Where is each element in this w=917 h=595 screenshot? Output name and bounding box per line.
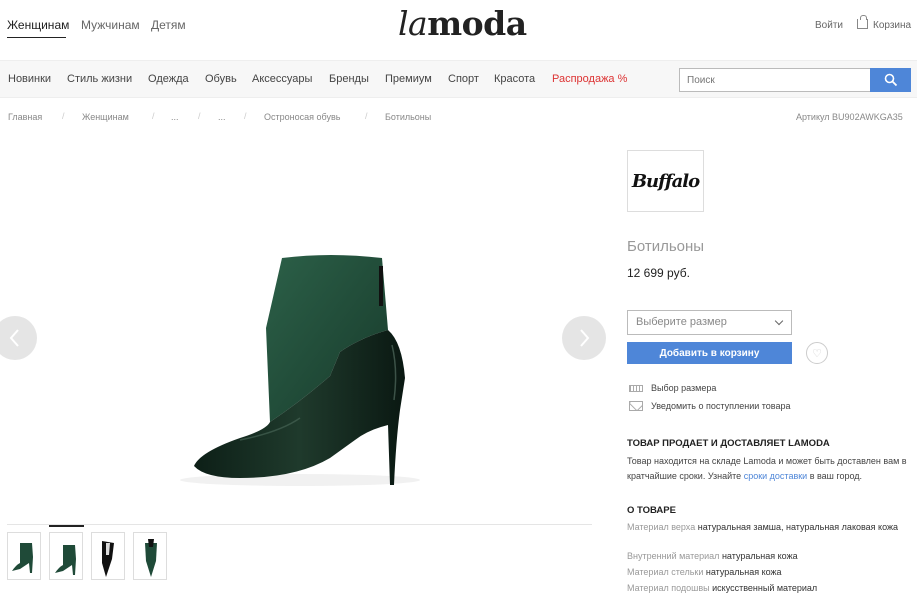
seller-text-part2: в ваш город.: [807, 471, 863, 481]
crumb-ellipsis-1[interactable]: ...: [171, 112, 179, 122]
logo-part-moda: moda: [427, 4, 527, 43]
heart-icon: ♡: [812, 347, 822, 360]
notify-link[interactable]: Уведомить о поступлении товара: [629, 401, 790, 411]
crumb-home[interactable]: Главная: [8, 112, 42, 122]
crumb-pointed-shoes[interactable]: Остроносая обувь: [264, 112, 340, 122]
size-select-label: Выберите размер: [636, 316, 727, 328]
top-link-men[interactable]: Мужчинам: [81, 18, 140, 32]
nav-item-sale[interactable]: Распродажа %: [552, 73, 627, 85]
notify-label: Уведомить о поступлении товара: [651, 401, 791, 411]
thumbnail-4[interactable]: [133, 532, 167, 580]
product-price: 12 699 руб.: [627, 266, 690, 280]
crumb-current: Ботильоны: [385, 112, 432, 122]
crumb-women[interactable]: Женщинам: [82, 112, 129, 122]
spec-value: искусственный материал: [712, 583, 818, 593]
article-number: Артикул BU902AWKGA35: [796, 112, 903, 122]
crumb-separator: /: [152, 111, 155, 121]
logo-part-la: la: [398, 4, 428, 43]
spec-key: Материал верха: [627, 522, 696, 532]
crumb-ellipsis-2[interactable]: ...: [218, 112, 226, 122]
cart-link[interactable]: Корзина: [857, 14, 912, 31]
top-link-women[interactable]: Женщинам: [7, 18, 69, 32]
brand-logo: Buffalo: [631, 170, 700, 192]
nav-item-lifestyle[interactable]: Стиль жизни: [67, 73, 132, 85]
gallery-next-button[interactable]: [562, 316, 606, 360]
size-guide-label: Выбор размера: [651, 383, 717, 393]
category-nav: Новинки Стиль жизни Одежда Обувь Аксессу…: [0, 60, 917, 98]
thumbnail-1[interactable]: [7, 532, 41, 580]
chevron-left-icon: [9, 329, 19, 347]
about-title: О ТОВАРЕ: [627, 505, 676, 516]
cart-label: Корзина: [873, 20, 912, 31]
chevron-right-icon: [580, 329, 590, 347]
crumb-separator: /: [198, 111, 201, 121]
nav-item-premium[interactable]: Премиум: [385, 73, 432, 85]
nav-item-accessories[interactable]: Аксессуары: [252, 73, 312, 85]
add-to-cart-button[interactable]: Добавить в корзину: [627, 342, 792, 364]
spec-key: Материал подошвы: [627, 583, 710, 593]
thumbnail-3[interactable]: [91, 532, 125, 580]
active-underline: [7, 37, 66, 38]
size-guide-link[interactable]: Выбор размера: [629, 383, 716, 393]
brand-logo-box[interactable]: Buffalo: [627, 150, 704, 212]
chevron-down-icon: [774, 316, 784, 326]
spec-value: натуральная кожа: [721, 551, 798, 561]
spec-row: Внутренний материал натуральная кожа: [627, 550, 912, 563]
top-link-kids[interactable]: Детям: [151, 18, 186, 32]
spec-key: Материал стельки: [627, 567, 704, 577]
favorite-button[interactable]: ♡: [806, 342, 828, 364]
bag-icon: [857, 14, 868, 29]
spec-row: Материал подошвы искусственный материал: [627, 582, 912, 595]
login-link[interactable]: Войти: [815, 20, 843, 31]
search-input[interactable]: [679, 68, 871, 92]
envelope-icon: [629, 401, 643, 411]
lamoda-logo[interactable]: lamoda: [398, 4, 527, 43]
ruler-icon: [629, 384, 643, 392]
nav-item-brands[interactable]: Бренды: [329, 73, 369, 85]
nav-item-shoes[interactable]: Обувь: [205, 73, 237, 85]
product-gallery: [0, 140, 606, 520]
delivery-terms-link[interactable]: сроки доставки: [744, 471, 808, 481]
spec-row: Материал стельки натуральная кожа: [627, 566, 912, 579]
crumb-separator: /: [62, 111, 65, 121]
seller-title: ТОВАР ПРОДАЕТ И ДОСТАВЛЯЕТ LAMODA: [627, 438, 830, 449]
boot-image: [180, 255, 420, 486]
spec-value: натуральная кожа: [705, 567, 782, 577]
spec-key: Внутренний материал: [627, 551, 720, 561]
nav-item-new[interactable]: Новинки: [8, 73, 51, 85]
nav-item-clothes[interactable]: Одежда: [148, 73, 189, 85]
search-icon: [884, 73, 897, 87]
crumb-separator: /: [244, 111, 247, 121]
thumbnail-2[interactable]: [49, 532, 83, 580]
nav-item-sport[interactable]: Спорт: [448, 73, 479, 85]
active-thumbnail-indicator: [49, 525, 84, 527]
product-title: Ботильоны: [627, 238, 705, 255]
size-select[interactable]: Выберите размер: [627, 310, 792, 335]
nav-item-beauty[interactable]: Красота: [494, 73, 535, 85]
seller-text: Товар находится на складе Lamoda и может…: [627, 454, 912, 484]
thumbnail-divider: [7, 524, 592, 525]
search-button[interactable]: [870, 68, 911, 92]
crumb-separator: /: [365, 111, 368, 121]
spec-row: Материал верха натуральная замша, натура…: [627, 521, 912, 534]
top-header: Женщинам Мужчинам Детям lamoda Войти Кор…: [0, 0, 917, 58]
spec-value: натуральная замша, натуральная лаковая к…: [697, 522, 899, 532]
